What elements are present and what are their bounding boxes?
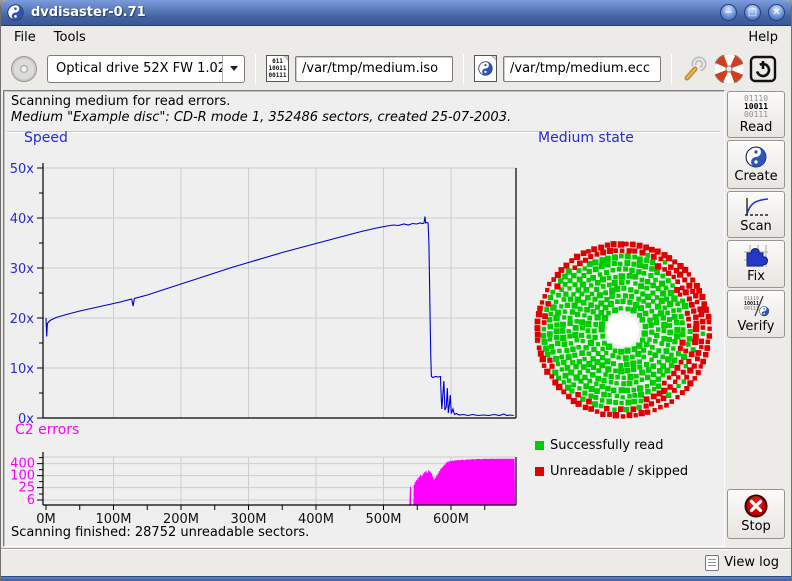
iso-path-input[interactable] [295, 56, 453, 82]
log-list-icon [705, 555, 719, 571]
scan-button[interactable]: Scan [727, 191, 785, 238]
svg-text:500M: 500M [365, 512, 401, 527]
puzzle-piece-icon [743, 244, 769, 268]
medium-state-disc [528, 235, 718, 425]
scan-result-line: Scanning finished: 28752 unreadable sect… [11, 525, 309, 540]
menu-file[interactable]: File [5, 28, 45, 47]
ecc-file-icon[interactable] [474, 55, 497, 82]
svg-text:600M: 600M [433, 512, 469, 527]
legend-read-label: Successfully read [550, 438, 663, 453]
svg-text:30x: 30x [10, 262, 35, 277]
titlebar[interactable]: dvdisaster-0.71 − □ ✕ [1, 0, 791, 26]
legend-item-unreadable: Unreadable / skipped [535, 464, 688, 479]
legend-red-square [535, 467, 544, 476]
window-title: dvdisaster-0.71 [31, 5, 146, 20]
quit-power-icon[interactable] [749, 55, 777, 83]
statusbar: View log [1, 548, 791, 576]
read-label: Read [740, 120, 773, 135]
minimize-button[interactable]: − [720, 4, 737, 21]
menu-tools[interactable]: Tools [45, 28, 95, 47]
iso-file-icon[interactable]: 011 10011 00111 [266, 55, 289, 82]
stop-x-icon [744, 494, 768, 518]
legend-item-read: Successfully read [535, 438, 663, 453]
binary-icon: 01110 10011 00111 [744, 95, 768, 119]
create-label: Create [734, 169, 777, 184]
toolbar: Optical drive 52X FW 1.02 011 10011 0011… [1, 48, 791, 89]
stop-label: Stop [741, 519, 771, 534]
read-button[interactable]: 01110 10011 00111 Read [727, 91, 785, 138]
legend-green-square [535, 441, 544, 450]
page-fold [490, 55, 497, 62]
app-window: dvdisaster-0.71 − □ ✕ File Tools Help Op… [0, 0, 792, 581]
svg-text:50x: 50x [10, 162, 35, 177]
ecc-path-input[interactable] [503, 56, 661, 82]
toolbar-separator [463, 54, 464, 84]
menubar: File Tools Help [1, 26, 791, 48]
legend-unreadable-label: Unreadable / skipped [550, 464, 688, 479]
toolbar-separator [671, 54, 672, 84]
main-panel: Scanning medium for read errors. Medium … [3, 90, 725, 547]
verify-compare-icon: 01110 10011 00111 [742, 294, 770, 318]
optical-drive-icon[interactable] [11, 56, 37, 82]
action-sidebar: 01110 10011 00111 Read Create Scan [727, 91, 787, 547]
iso-icon-row: 00111 [268, 72, 286, 79]
help-lifebelt-icon[interactable] [715, 55, 743, 83]
create-button[interactable]: Create [727, 140, 785, 189]
app-yinyang-icon [7, 4, 24, 21]
svg-text:10x: 10x [10, 362, 35, 377]
svg-text:20x: 20x [10, 312, 35, 327]
fix-label: Fix [747, 269, 765, 284]
scan-label: Scan [740, 219, 772, 234]
preferences-wrench-icon[interactable] [682, 55, 709, 82]
stop-button[interactable]: Stop [727, 489, 785, 539]
chevron-down-icon [230, 66, 238, 71]
svg-text:400: 400 [10, 457, 35, 472]
fix-button[interactable]: Fix [727, 240, 785, 288]
close-button[interactable]: ✕ [768, 4, 785, 21]
scan-curve-icon [742, 196, 770, 218]
yinyang-icon [745, 146, 767, 168]
ecc-yinyang-icon [478, 61, 493, 76]
drive-select-arrow[interactable] [222, 56, 244, 82]
verify-button[interactable]: 01110 10011 00111 Verify [727, 290, 785, 338]
drive-select-value: Optical drive 52X FW 1.02 [48, 61, 222, 76]
iso-icon-row: 10011 [268, 65, 286, 72]
menu-help[interactable]: Help [739, 28, 787, 47]
page-fold [282, 55, 289, 62]
verify-label: Verify [738, 319, 775, 334]
svg-text:40x: 40x [10, 212, 35, 227]
window-bottom-border [1, 576, 791, 581]
drive-select[interactable]: Optical drive 52X FW 1.02 [47, 55, 245, 83]
maximize-button[interactable]: □ [744, 4, 761, 21]
toolbar-separator [255, 54, 256, 84]
view-log-label: View log [724, 555, 779, 570]
svg-text:0x: 0x [18, 412, 34, 427]
view-log-button[interactable]: View log [701, 553, 783, 573]
